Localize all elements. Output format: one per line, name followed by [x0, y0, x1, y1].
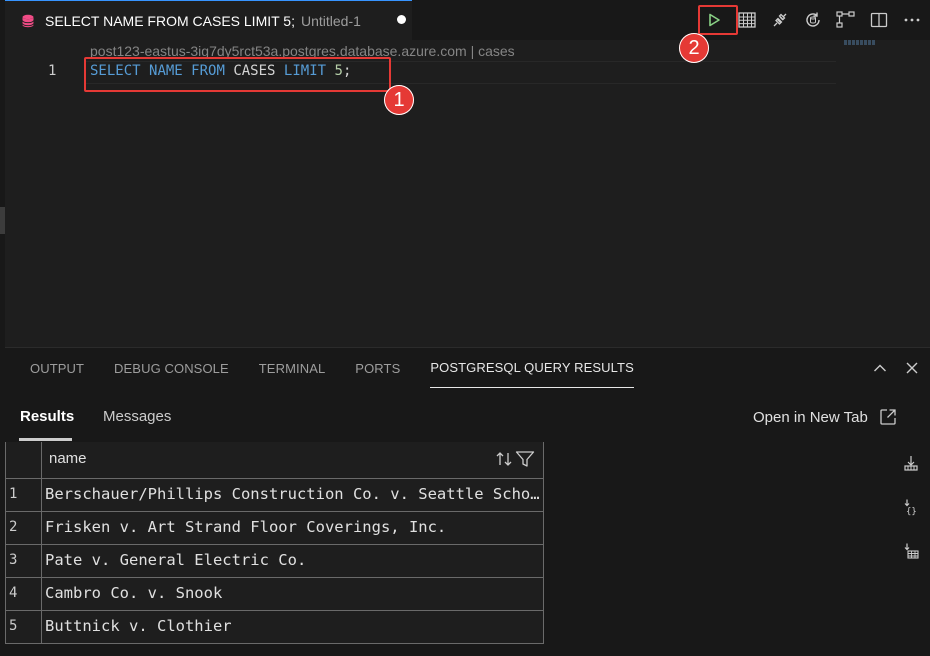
- refresh-connection-button[interactable]: [796, 0, 829, 40]
- row-number: 2: [6, 512, 42, 544]
- save-as-csv-button[interactable]: [900, 452, 922, 474]
- open-in-new-tab-button[interactable]: Open in New Tab: [753, 408, 897, 426]
- editor-toolbar: [697, 0, 928, 40]
- tab-postgresql-query-results[interactable]: POSTGRESQL QUERY RESULTS: [430, 348, 634, 388]
- table-row[interactable]: 4 Cambro Co. v. Snook: [6, 577, 543, 610]
- column-header-actions: [495, 450, 535, 473]
- diagram-icon: [835, 11, 855, 28]
- chevron-up-icon: [874, 364, 886, 372]
- column-header-name[interactable]: name: [45, 442, 541, 478]
- connect-button[interactable]: [763, 0, 796, 40]
- editor-tab[interactable]: SELECT NAME FROM CASES LIMIT 5; Untitled…: [5, 0, 412, 40]
- table-row[interactable]: 3 Pate v. General Electric Co.: [6, 544, 543, 577]
- results-grid[interactable]: name 1 Berschauer/Phillips Construction …: [5, 442, 544, 644]
- row-number: 5: [6, 611, 42, 643]
- maximize-panel-button[interactable]: [870, 358, 890, 378]
- svg-text:{}: {}: [906, 507, 917, 516]
- table-row[interactable]: 1 Berschauer/Phillips Construction Co. v…: [6, 478, 543, 511]
- open-in-new-tab-label: Open in New Tab: [753, 408, 868, 426]
- grid-header-row: name: [6, 442, 543, 478]
- sort-icon[interactable]: [495, 450, 513, 473]
- row-number: 4: [6, 578, 42, 610]
- table-cell[interactable]: Frisken v. Art Strand Floor Coverings, I…: [45, 512, 541, 544]
- more-actions-button[interactable]: [895, 0, 928, 40]
- callout-badge-2: 2: [679, 33, 709, 63]
- save-as-json-button[interactable]: {}: [900, 496, 922, 518]
- table-row[interactable]: 2 Frisken v. Art Strand Floor Coverings,…: [6, 511, 543, 544]
- results-tab-underline: [19, 438, 72, 441]
- results-toolbar: Results Messages Open in New Tab: [5, 390, 930, 444]
- filter-icon[interactable]: [515, 450, 535, 473]
- more-icon: [904, 18, 919, 22]
- panel-tabs: OUTPUT DEBUG CONSOLE TERMINAL PORTS POST…: [30, 348, 664, 388]
- save-csv-icon: [904, 456, 918, 471]
- tab-terminal[interactable]: TERMINAL: [259, 348, 326, 388]
- minimap[interactable]: [844, 40, 876, 45]
- close-panel-button[interactable]: [902, 358, 922, 378]
- tab-ports[interactable]: PORTS: [355, 348, 400, 388]
- plug-icon: [773, 13, 786, 27]
- split-editor-icon: [870, 12, 887, 28]
- table-cell[interactable]: Pate v. General Electric Co.: [45, 545, 541, 577]
- messages-tab[interactable]: Messages: [103, 408, 171, 425]
- table-cell[interactable]: Berschauer/Phillips Construction Co. v. …: [45, 479, 541, 511]
- database-icon: [21, 14, 35, 28]
- row-number: 1: [6, 479, 42, 511]
- schema-diagram-button[interactable]: [829, 0, 862, 40]
- results-tab[interactable]: Results: [20, 408, 74, 425]
- run-query-button[interactable]: [697, 0, 730, 40]
- editor-tab-bar: SELECT NAME FROM CASES LIMIT 5; Untitled…: [0, 0, 930, 40]
- split-editor-button[interactable]: [862, 0, 895, 40]
- table-cell[interactable]: Cambro Co. v. Snook: [45, 578, 541, 610]
- code-highlight-box: [84, 57, 391, 92]
- table-icon: [737, 12, 756, 28]
- tab-output[interactable]: OUTPUT: [30, 348, 84, 388]
- save-json-icon: {}: [904, 499, 917, 516]
- callout-badge-1: 1: [384, 85, 414, 115]
- unsaved-dot-icon[interactable]: [397, 15, 406, 24]
- tab-debug-console[interactable]: DEBUG CONSOLE: [114, 348, 229, 388]
- table-row[interactable]: 5 Buttnick v. Clothier: [6, 610, 543, 643]
- tab-title: SELECT NAME FROM CASES LIMIT 5;: [45, 12, 295, 29]
- save-excel-icon: [904, 543, 919, 559]
- results-side-actions: {}: [900, 452, 922, 584]
- row-number-header: [6, 442, 42, 478]
- row-number: 3: [6, 545, 42, 577]
- show-table-button[interactable]: [730, 0, 763, 40]
- table-cell[interactable]: Buttnick v. Clothier: [45, 611, 541, 643]
- refresh-icon: [805, 12, 820, 27]
- close-icon: [906, 362, 918, 374]
- line-number: 1: [48, 63, 57, 79]
- save-as-excel-button[interactable]: [900, 540, 922, 562]
- external-link-icon: [880, 409, 896, 425]
- run-query-icon: [708, 13, 720, 27]
- tab-subtitle: Untitled-1: [300, 12, 361, 29]
